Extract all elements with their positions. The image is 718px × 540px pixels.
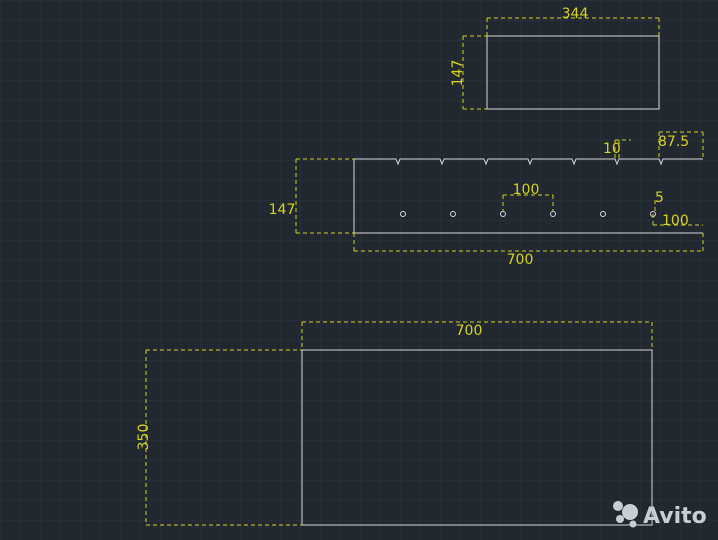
background-grid [0,0,718,540]
bottom-width-label: 700 [456,323,483,339]
middle-tick-label: 10 [603,141,621,157]
middle-hole-spacing-label: 100 [513,182,540,198]
top-height-label: 147 [450,60,466,87]
middle-width-label: 700 [507,252,534,268]
bottom-height-label: 350 [136,424,152,451]
watermark-text: Avito [643,504,707,529]
cad-drawing-canvas[interactable]: 344 147 10 87.5 100 5 100 147 700 700 35… [0,0,718,540]
top-width-label: 344 [562,6,589,22]
middle-hole-offset-label: 5 [655,190,664,206]
middle-edge-hole-label: 100 [662,213,689,229]
middle-end-offset-label: 87.5 [658,134,689,150]
middle-height-label: 147 [269,202,296,218]
